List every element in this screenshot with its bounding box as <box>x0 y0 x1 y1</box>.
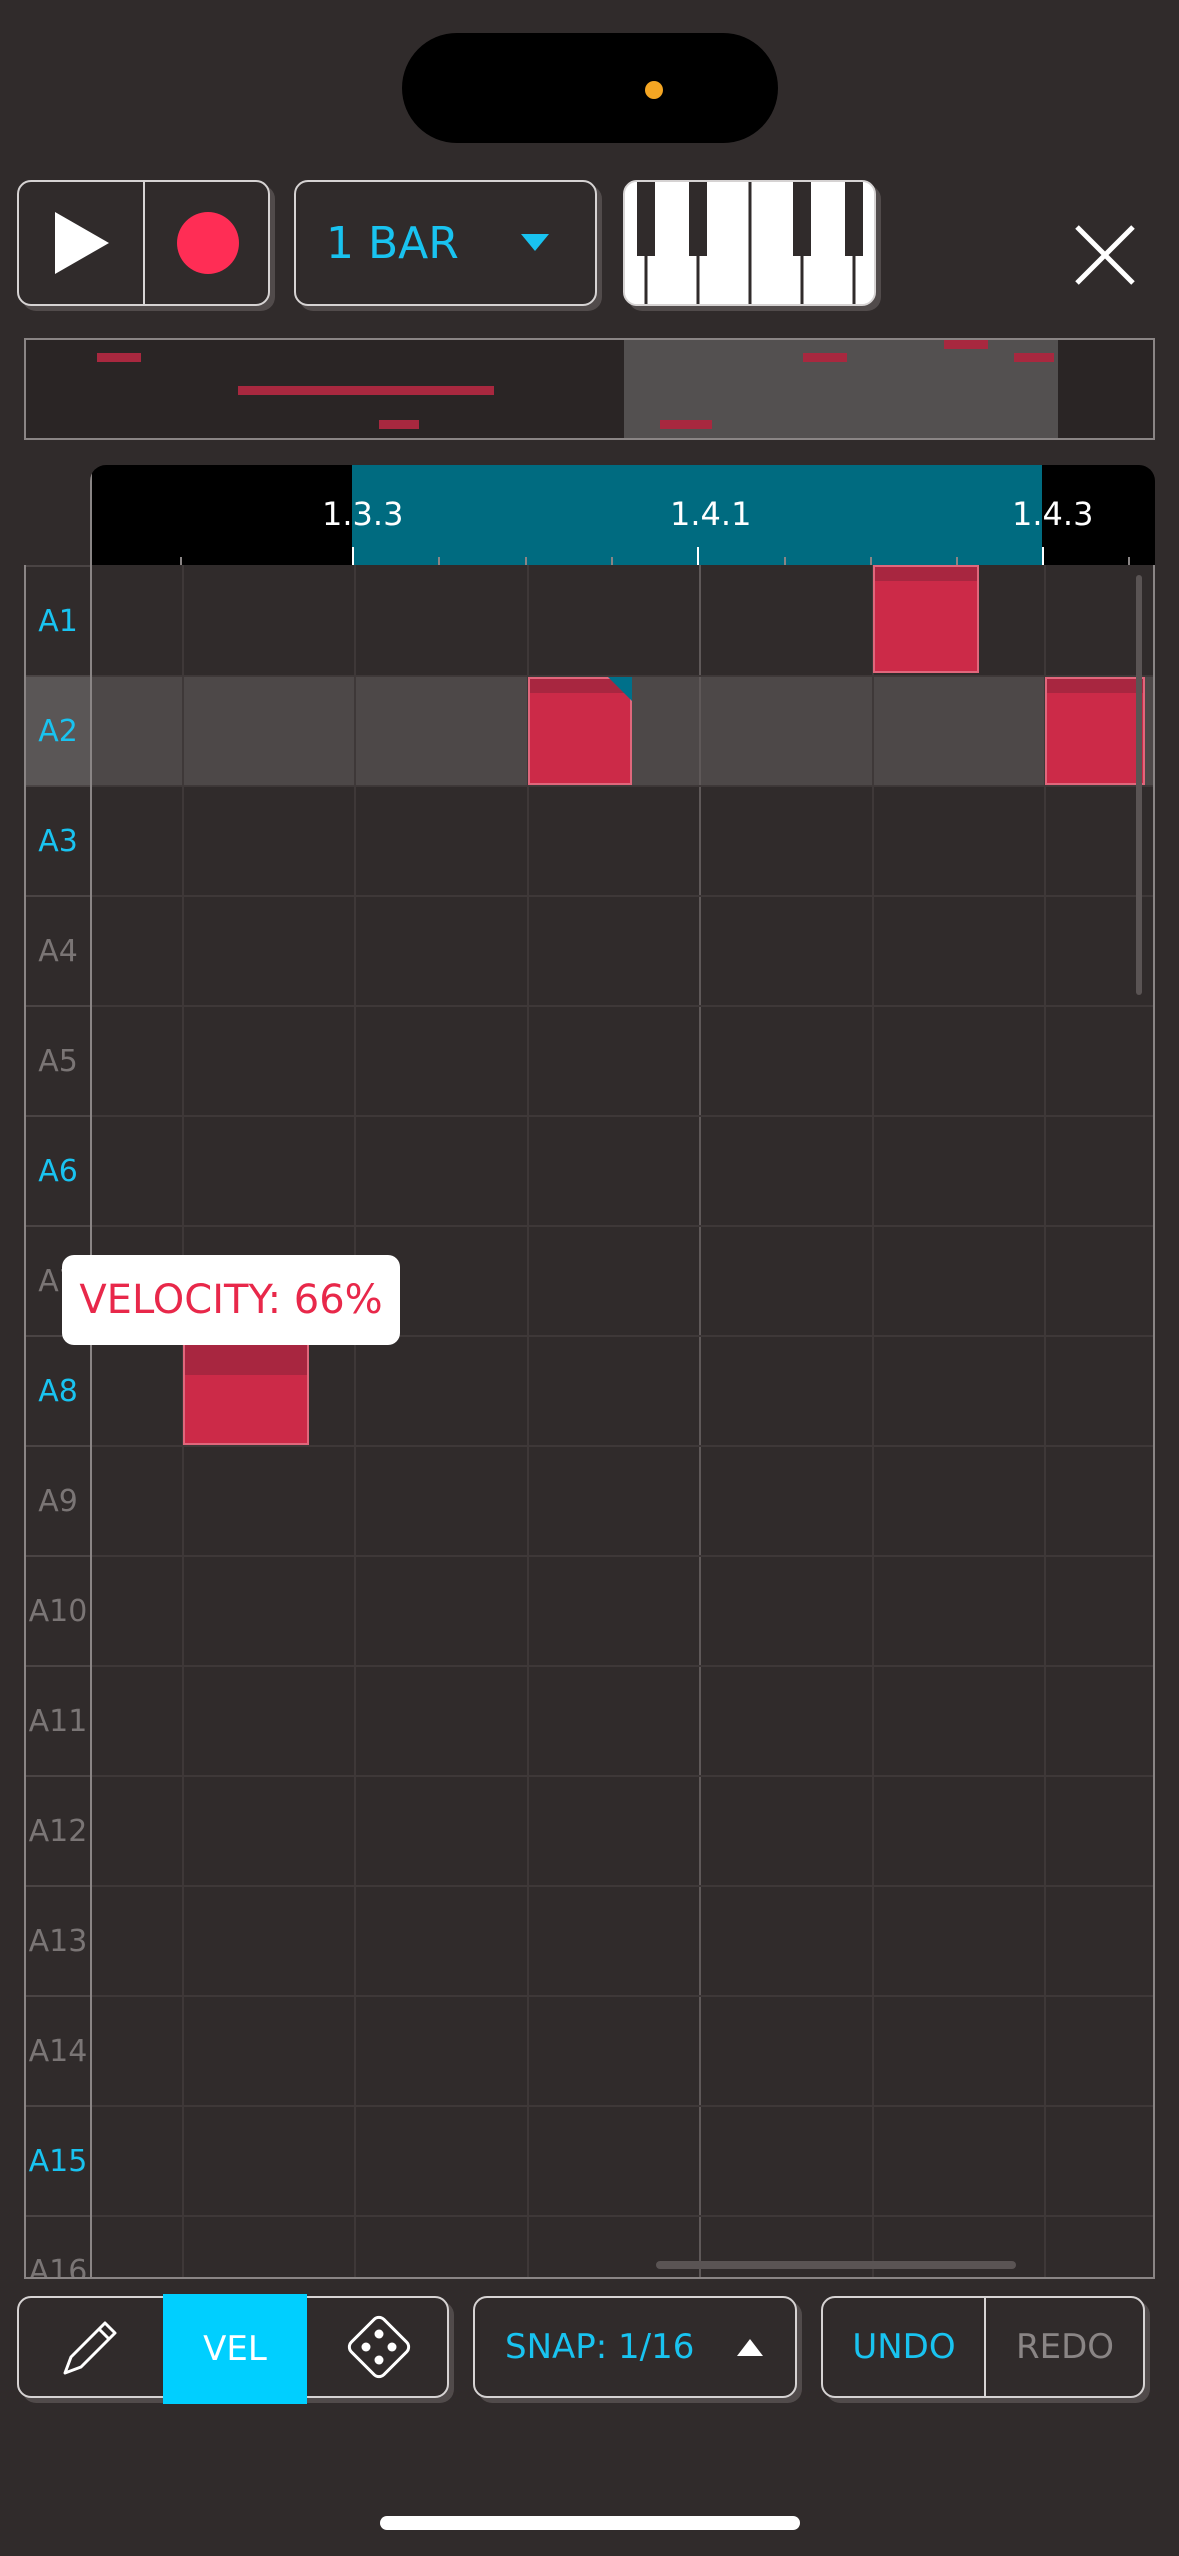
row-key-a13[interactable]: A13 <box>26 1885 90 1995</box>
row-key-a11[interactable]: A11 <box>26 1665 90 1775</box>
row-key-a14[interactable]: A14 <box>26 1995 90 2105</box>
privacy-indicator-dot <box>645 81 663 99</box>
home-indicator[interactable] <box>380 2516 800 2530</box>
overview-note <box>660 420 712 429</box>
ruler-marker: 1.4.1 <box>670 495 752 533</box>
keyboard-toggle-button[interactable] <box>623 180 876 306</box>
horizontal-scrollbar[interactable] <box>656 2261 1016 2269</box>
row-key-a8[interactable]: A8 <box>26 1335 90 1445</box>
grid-row-line <box>92 1005 1153 1007</box>
velocity-tool-button[interactable]: VEL <box>163 2294 307 2404</box>
grid-row-line <box>92 2105 1153 2107</box>
dice-icon <box>347 2315 411 2379</box>
row-key-a15[interactable]: A15 <box>26 2105 90 2215</box>
note-a8[interactable] <box>183 1337 309 1445</box>
note-resize-handle-icon[interactable] <box>608 677 632 701</box>
close-button[interactable] <box>1065 215 1145 295</box>
play-icon <box>54 212 109 274</box>
row-key-column: A1 A2 A3 A4 A5 A6 A7 A8 A9 A10 A11 A12 A… <box>26 565 92 2277</box>
velocity-tooltip-text: VELOCITY: 66% <box>79 1277 383 1323</box>
edit-tools-group: VEL <box>17 2294 451 2404</box>
velocity-tooltip: VELOCITY: 66% <box>62 1255 400 1345</box>
grid-column-line <box>872 565 874 2277</box>
note-a1[interactable] <box>873 565 979 673</box>
record-button[interactable] <box>145 182 270 304</box>
grid-row-line <box>92 1665 1153 1667</box>
note-a2[interactable] <box>1045 677 1145 785</box>
row-key-a5[interactable]: A5 <box>26 1005 90 1115</box>
grid-row-line <box>92 1115 1153 1117</box>
row-key-a2[interactable]: A2 <box>26 675 90 785</box>
grid-column-line <box>527 565 529 2277</box>
undo-button[interactable]: UNDO <box>823 2298 985 2396</box>
ruler-tick <box>90 465 92 567</box>
row-key-a16[interactable]: A16 <box>26 2215 90 2277</box>
row-key-a10[interactable]: A10 <box>26 1555 90 1665</box>
redo-button[interactable]: REDO <box>985 2298 1145 2396</box>
overview-note <box>238 386 494 395</box>
grid-row-line <box>92 2215 1153 2217</box>
undo-label: UNDO <box>852 2327 956 2367</box>
grid-beat-line <box>699 565 701 2277</box>
ruler-tick <box>697 547 699 567</box>
grid-row-line <box>92 895 1153 897</box>
ruler-tick <box>1042 547 1044 567</box>
history-controls: UNDO REDO <box>821 2296 1145 2398</box>
note-velocity-bar <box>1047 679 1143 693</box>
record-icon <box>176 212 239 274</box>
note-a2-selected[interactable] <box>528 677 632 785</box>
grid-row-line <box>92 1225 1153 1227</box>
vertical-scrollbar[interactable] <box>1136 575 1142 995</box>
note-grid[interactable]: A1 A2 A3 A4 A5 A6 A7 A8 A9 A10 A11 A12 A… <box>24 565 1155 2279</box>
row-key-a4[interactable]: A4 <box>26 895 90 1005</box>
velocity-tool-label: VEL <box>203 2329 267 2369</box>
grid-row-line <box>92 1445 1153 1447</box>
row-key-a12[interactable]: A12 <box>26 1775 90 1885</box>
caret-up-icon <box>737 2339 763 2356</box>
row-key-a3[interactable]: A3 <box>26 785 90 895</box>
ruler-marker: 1.4.3 <box>1012 495 1094 533</box>
overview-note <box>1014 353 1054 362</box>
pencil-icon <box>63 2321 117 2375</box>
row-key-a1[interactable]: A1 <box>26 565 90 675</box>
pattern-overview[interactable] <box>24 338 1155 440</box>
grid-row-line <box>92 1995 1153 1997</box>
pencil-tool-button[interactable] <box>19 2298 163 2396</box>
overview-note <box>944 340 988 349</box>
ruler-tick <box>352 547 354 567</box>
bar-length-label: 1 BAR <box>326 217 459 269</box>
timeline-ruler[interactable]: 1.3.3 1.4.1 1.4.3 <box>90 465 1155 567</box>
snap-label: SNAP: 1/16 <box>505 2327 695 2367</box>
overview-note <box>803 353 847 362</box>
caret-down-icon <box>521 234 549 251</box>
grid-row-line <box>92 785 1153 787</box>
ruler-marker: 1.3.3 <box>322 495 404 533</box>
grid-row-line <box>92 1885 1153 1887</box>
randomize-button[interactable] <box>307 2298 451 2396</box>
transport-controls <box>17 180 270 306</box>
piano-keys-icon <box>625 182 874 304</box>
grid-column-line <box>1044 565 1046 2277</box>
bar-length-dropdown[interactable]: 1 BAR <box>294 180 597 306</box>
note-velocity-bar <box>875 567 977 581</box>
grid-row-line <box>92 1775 1153 1777</box>
row-key-a6[interactable]: A6 <box>26 1115 90 1225</box>
overview-note <box>379 420 419 429</box>
grid-row-line <box>92 1555 1153 1557</box>
redo-label: REDO <box>1015 2327 1115 2367</box>
snap-dropdown[interactable]: SNAP: 1/16 <box>473 2296 797 2398</box>
play-button[interactable] <box>19 182 144 304</box>
overview-note <box>97 353 141 362</box>
dynamic-island <box>402 33 778 143</box>
row-key-a9[interactable]: A9 <box>26 1445 90 1555</box>
grid-column-line <box>354 565 356 2277</box>
close-icon <box>1075 225 1135 285</box>
